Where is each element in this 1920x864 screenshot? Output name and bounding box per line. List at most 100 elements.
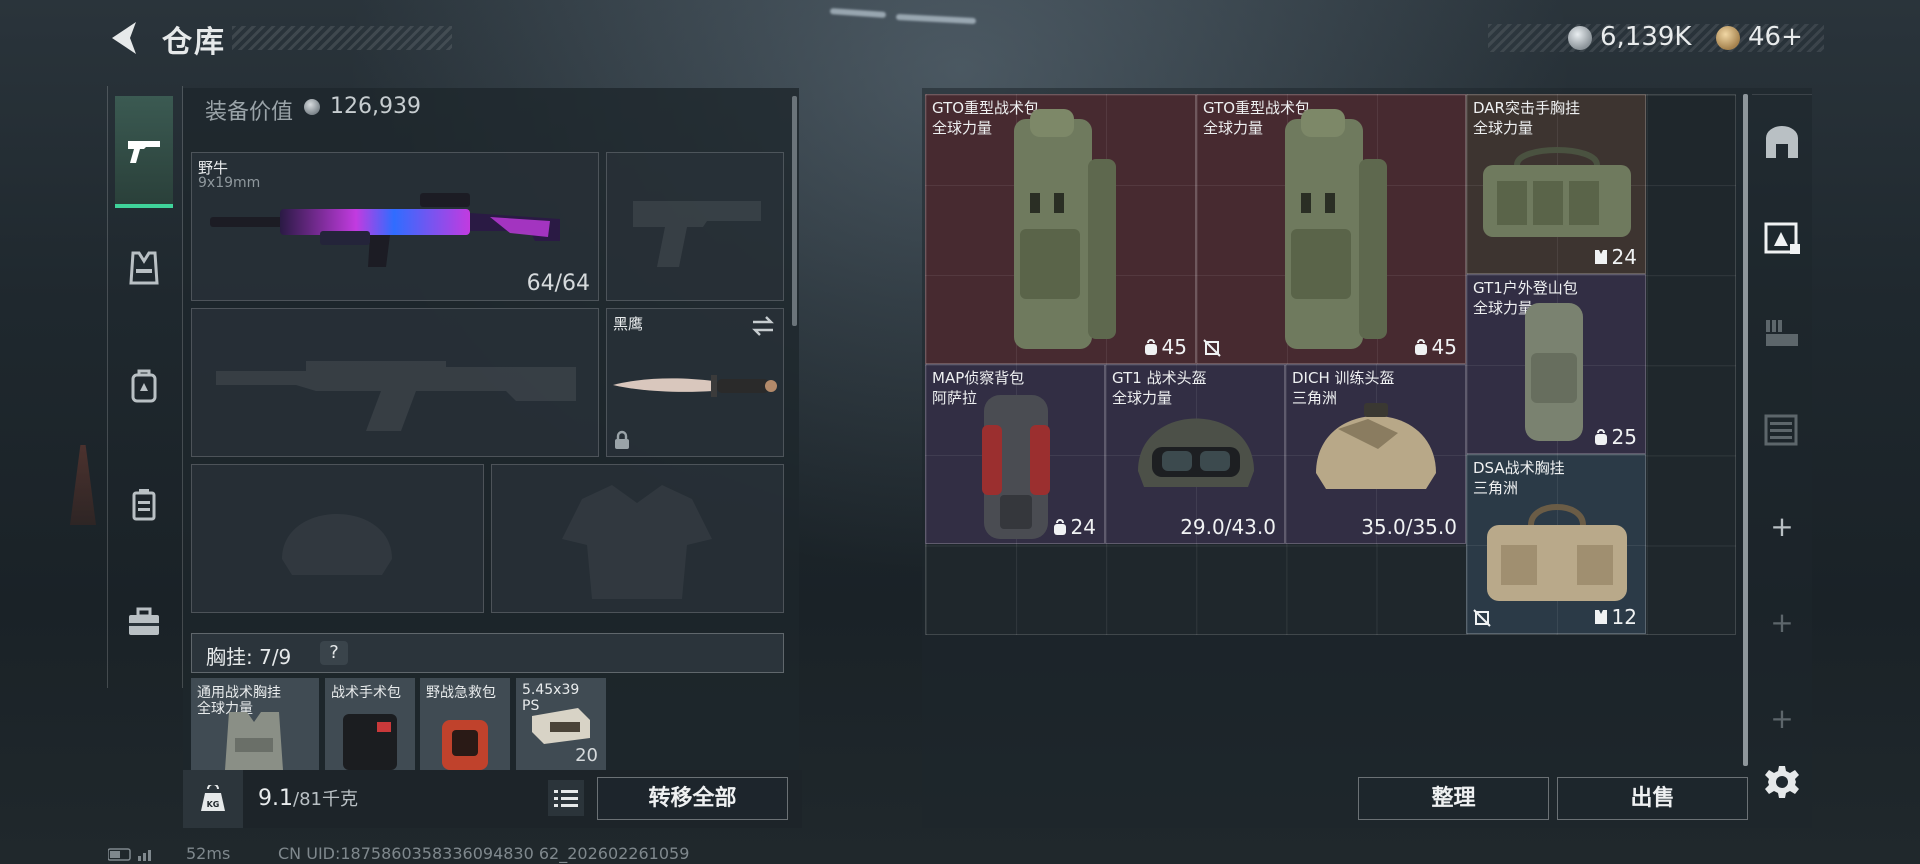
- surgical-kit-icon: [343, 714, 397, 770]
- warehouse-item[interactable]: MAP侦察背包 阿萨拉 24: [925, 364, 1105, 544]
- vest-capacity-icon: [1594, 250, 1607, 264]
- rail-divider: [1752, 94, 1812, 95]
- page-title: 仓库: [162, 25, 226, 60]
- loadout-scrollbar[interactable]: [792, 96, 797, 326]
- warehouse-item[interactable]: DSA战术胸挂 三角洲 12: [1466, 454, 1646, 634]
- item-capacity: 45: [1161, 335, 1187, 359]
- add-storage-button[interactable]: +: [1752, 688, 1812, 748]
- pistol-placeholder-icon: [633, 201, 761, 267]
- battery-signal-icon: [108, 848, 151, 861]
- carry-weight-capacity: /81千克: [293, 789, 358, 810]
- vest-icon: [129, 251, 159, 285]
- item-origin: 全球力量: [1203, 119, 1264, 137]
- item-name: GT1 战术头盔: [1112, 369, 1207, 387]
- helmet-slot[interactable]: [191, 464, 484, 613]
- warehouse-scrollbar[interactable]: [1743, 94, 1748, 766]
- item-capacity: 24: [1070, 515, 1096, 539]
- bunker-icon: [1766, 126, 1798, 158]
- rifle-slot[interactable]: [191, 308, 599, 457]
- tactical-helmet-icon: [1138, 418, 1254, 487]
- ping-value: 52ms: [186, 844, 231, 863]
- tab-storage-3[interactable]: [1752, 304, 1812, 364]
- item-stat: 24: [1594, 245, 1637, 269]
- warehouse-item[interactable]: GTO重型战术包 全球力量 45: [925, 94, 1196, 364]
- helmet-placeholder-icon: [282, 514, 392, 575]
- tab-storage-4[interactable]: [1752, 400, 1812, 460]
- no-trade-icon: [1203, 339, 1221, 357]
- add-storage-button[interactable]: +: [1752, 592, 1812, 652]
- warehouse-item[interactable]: GT1户外登山包 全球力量 25: [1466, 274, 1646, 454]
- user-uid: CN UID:1875860358336094830 62_2026022610…: [278, 844, 690, 863]
- warehouse-item[interactable]: DAR突击手胸挂 全球力量 24: [1466, 94, 1646, 274]
- armor-slot[interactable]: [491, 464, 784, 613]
- chest-rig-capacity: 胸挂: 7/9: [206, 645, 292, 669]
- carry-weight-value: 9.1: [258, 786, 293, 811]
- secondary-weapon-slot[interactable]: [606, 152, 784, 301]
- help-button[interactable]: ?: [320, 641, 348, 665]
- melee-name: 黑鹰: [613, 315, 644, 333]
- chest-item[interactable]: 5.45x39 PS 20: [516, 678, 606, 770]
- silver-coin-icon: [1568, 26, 1592, 50]
- chest-item[interactable]: 野战急救包: [420, 678, 510, 770]
- item-stat: 12: [1594, 605, 1637, 629]
- item-origin: 全球力量: [932, 119, 993, 137]
- backpack-icon: [131, 369, 157, 403]
- silver-currency-value: 6,139K: [1600, 22, 1692, 52]
- equipment-value: 126,939: [330, 94, 421, 119]
- item-stat: 24: [1053, 515, 1096, 539]
- svg-text:KG: KG: [207, 800, 220, 809]
- hiking-backpack-icon: [1525, 303, 1583, 441]
- warehouse-item[interactable]: DICH 训练头盔 三角洲 35.0/35.0: [1285, 364, 1466, 544]
- ammo-stack-count: 20: [575, 745, 598, 766]
- settings-button[interactable]: [1752, 752, 1812, 812]
- ammo-count: 64/64: [526, 271, 590, 296]
- tab-backpack[interactable]: [116, 358, 172, 414]
- weight-icon-box: KG: [183, 770, 243, 828]
- chest-rig-bar: 胸挂: 7/9 ?: [191, 633, 784, 673]
- sort-button[interactable]: 整理: [1358, 777, 1549, 820]
- tab-case[interactable]: [116, 476, 172, 532]
- melee-slot[interactable]: 黑鹰: [606, 308, 784, 457]
- tab-storage-1[interactable]: [1752, 112, 1812, 172]
- item-name: DAR突击手胸挂: [1473, 99, 1580, 117]
- weight-kg-icon: KG: [201, 785, 225, 811]
- rifle-placeholder-icon: [216, 361, 576, 431]
- back-arrow-icon: [112, 22, 136, 54]
- item-capacity: 25: [1611, 425, 1637, 449]
- silver-coin-icon: [304, 99, 320, 115]
- equipment-value-label: 装备价值: [205, 100, 294, 125]
- tab-chest-rig[interactable]: [116, 240, 172, 296]
- transfer-all-button[interactable]: 转移全部: [597, 777, 788, 820]
- add-storage-button[interactable]: +: [1752, 496, 1812, 556]
- toolbox-icon: [129, 607, 159, 635]
- tab-weapons[interactable]: [115, 96, 173, 208]
- warehouse-item[interactable]: GT1 战术头盔 全球力量 29.0/43.0: [1105, 364, 1285, 544]
- knife-icon: [613, 375, 777, 397]
- smg-icon: [210, 193, 560, 267]
- item-capacity: 45: [1431, 335, 1457, 359]
- tab-storage-2[interactable]: [1752, 208, 1812, 268]
- item-stat: 25: [1594, 425, 1637, 449]
- tab-toolbox[interactable]: [116, 594, 172, 650]
- carry-weight: 9.1/81千克: [258, 785, 358, 811]
- sell-button[interactable]: 出售: [1557, 777, 1748, 820]
- chest-item-name: 野战急救包: [426, 685, 496, 701]
- pistol-icon: [128, 141, 160, 163]
- chest-item[interactable]: 战术手术包: [325, 678, 415, 770]
- swap-icon[interactable]: [751, 315, 775, 337]
- vest-capacity-icon: [1594, 610, 1607, 624]
- gold-currency-value[interactable]: 46+: [1748, 22, 1803, 52]
- chest-item-name: 5.45x39: [522, 682, 580, 698]
- list-view-button[interactable]: [548, 780, 584, 816]
- chest-item[interactable]: 通用战术胸挂 全球力量: [191, 678, 319, 770]
- case-icon: [132, 489, 156, 521]
- item-capacity: 24: [1611, 245, 1637, 269]
- primary-weapon-slot[interactable]: 野牛 9x19mm 64/64: [191, 152, 599, 301]
- warehouse-item[interactable]: GTO重型战术包 全球力量 45: [1196, 94, 1466, 364]
- training-helmet-icon: [1316, 403, 1436, 489]
- traffic-cone: [70, 445, 96, 525]
- plus-icon: +: [1770, 605, 1794, 639]
- back-button[interactable]: [106, 18, 146, 58]
- heavy-backpack-icon: [1014, 109, 1116, 349]
- chest-item-name: 战术手术包: [331, 685, 401, 701]
